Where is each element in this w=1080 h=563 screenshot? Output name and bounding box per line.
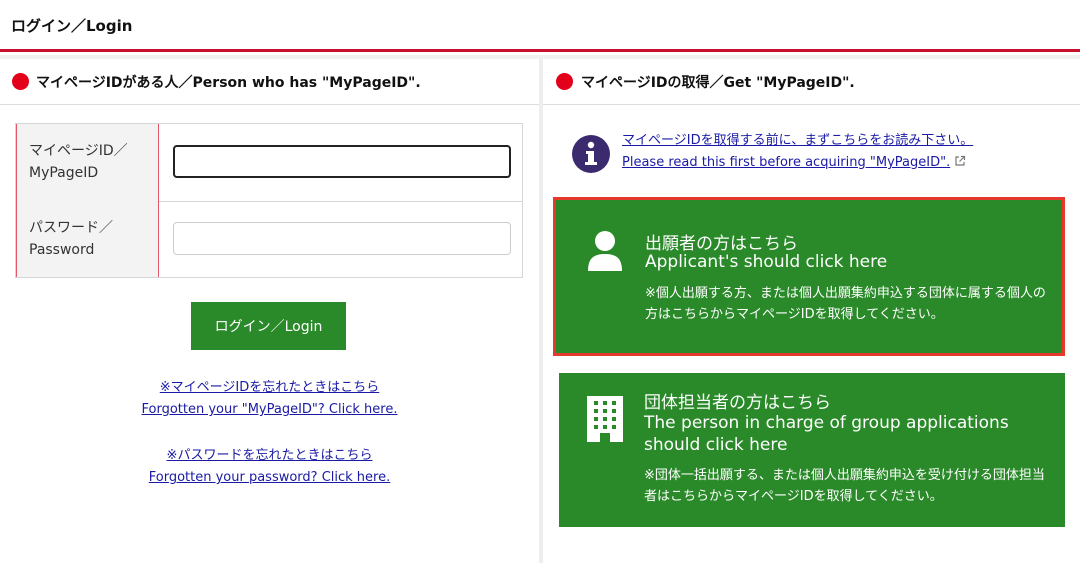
- read-first-link-ja[interactable]: マイページIDを取得する前に、まずこちらをお読み下さい。: [622, 130, 973, 152]
- get-mypageid-title: マイページIDの取得／Get "MyPageID".: [581, 75, 855, 91]
- login-panel-heading: マイページIDがある人／Person who has "MyPageID".: [0, 59, 539, 105]
- password-input[interactable]: [173, 222, 511, 255]
- mypageid-label-cell: マイページID／MyPageID: [16, 124, 159, 201]
- read-first-link-block: マイページIDを取得する前に、まずこちらをお読み下さい。 Please read…: [622, 130, 973, 175]
- forgot-password-link-en[interactable]: Forgotten your password? Click here.: [0, 467, 539, 489]
- login-panel-title: マイページIDがある人／Person who has "MyPageID".: [36, 75, 421, 91]
- get-mypageid-heading: マイページIDの取得／Get "MyPageID".: [543, 59, 1080, 105]
- red-dot-icon: [556, 73, 573, 90]
- forgot-mypageid-link-ja[interactable]: ※マイページIDを忘れたときはこちら: [0, 377, 539, 399]
- form-row-password: パスワード／Password: [16, 201, 522, 277]
- building-icon: [586, 395, 624, 447]
- group-card-title-en: The person in charge of group applicatio…: [644, 413, 1009, 455]
- read-first-link-en-text: Please read this first before acquiring …: [622, 155, 951, 170]
- forgot-password-link-block: ※パスワードを忘れたときはこちら Forgotten your password…: [0, 445, 539, 489]
- mypageid-label: マイページID／MyPageID: [29, 143, 128, 181]
- password-label-cell: パスワード／Password: [16, 201, 159, 277]
- forgot-mypageid-link-en[interactable]: Forgotten your "MyPageID"? Click here.: [0, 399, 539, 421]
- get-mypageid-panel: マイページIDの取得／Get "MyPageID". マイページIDを取得する前…: [543, 59, 1080, 563]
- group-card-note: ※団体一括出願する、または個人出願集約申込を受け付ける団体担当者はこちらからマイ…: [644, 468, 1045, 504]
- applicant-card-note: ※個人出願する方、または個人出願集約申込する団体に属する個人の方はこちらからマイ…: [645, 286, 1046, 322]
- info-icon: [572, 135, 610, 173]
- page-title: ログイン／Login: [11, 17, 133, 35]
- form-row-mypageid: マイページID／MyPageID: [16, 124, 522, 202]
- login-button[interactable]: ログイン／Login: [191, 302, 346, 350]
- person-icon: [585, 229, 625, 277]
- login-panel: マイページIDがある人／Person who has "MyPageID". マ…: [0, 59, 539, 563]
- group-card[interactable]: 団体担当者の方はこちら The person in charge of grou…: [559, 373, 1065, 527]
- read-first-link-en[interactable]: Please read this first before acquiring …: [622, 152, 973, 175]
- applicant-card-title-en: Applicant's should click here: [645, 252, 888, 272]
- forgot-mypageid-link-block: ※マイページIDを忘れたときはこちら Forgotten your "MyPag…: [0, 377, 539, 421]
- external-link-icon: [954, 153, 966, 175]
- mypageid-input[interactable]: [173, 145, 511, 178]
- applicant-card[interactable]: 出願者の方はこちら Applicant's should click here …: [553, 197, 1065, 356]
- page-header: ログイン／Login: [0, 0, 1080, 52]
- forgot-password-link-ja[interactable]: ※パスワードを忘れたときはこちら: [0, 445, 539, 467]
- login-form: マイページID／MyPageID パスワード／Password: [15, 123, 523, 278]
- password-label: パスワード／Password: [29, 220, 113, 258]
- red-dot-icon: [12, 73, 29, 90]
- group-card-title-ja: 団体担当者の方はこちら: [644, 393, 831, 413]
